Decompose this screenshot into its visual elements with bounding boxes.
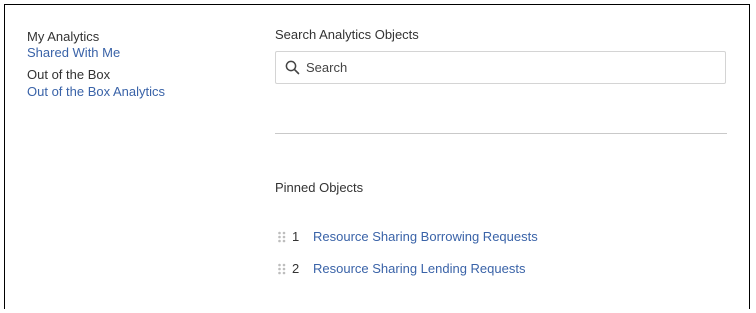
- search-icon: [285, 60, 300, 75]
- sidebar-heading-my-analytics: My Analytics: [27, 29, 100, 44]
- sidebar-link-shared-with-me[interactable]: Shared With Me: [27, 45, 247, 61]
- pinned-item-number: 1: [292, 229, 300, 244]
- sidebar-clipped-item: · · · · · · ·: [27, 61, 247, 67]
- sidebar-heading-out-of-the-box: Out of the Box: [27, 67, 111, 82]
- pinned-item: 2 Resource Sharing Lending Requests: [277, 260, 717, 277]
- pinned-item-link[interactable]: Resource Sharing Lending Requests: [313, 261, 525, 276]
- section-divider: [275, 133, 727, 134]
- drag-handle-icon[interactable]: [277, 263, 287, 275]
- search-box[interactable]: [275, 51, 726, 84]
- search-input[interactable]: [306, 60, 686, 75]
- search-section-label: Search Analytics Objects: [275, 27, 419, 42]
- drag-handle-icon[interactable]: [277, 231, 287, 243]
- analytics-sidebar: My Analytics Shared With Me · · · · · · …: [27, 29, 247, 100]
- pinned-objects-list: 1 Resource Sharing Borrowing Requests 2 …: [277, 228, 717, 292]
- pinned-objects-title: Pinned Objects: [275, 180, 364, 195]
- pinned-item: 1 Resource Sharing Borrowing Requests: [277, 228, 717, 245]
- pinned-item-number: 2: [292, 261, 300, 276]
- pinned-item-link[interactable]: Resource Sharing Borrowing Requests: [313, 229, 538, 244]
- sidebar-link-out-of-the-box-analytics[interactable]: Out of the Box Analytics: [27, 84, 247, 100]
